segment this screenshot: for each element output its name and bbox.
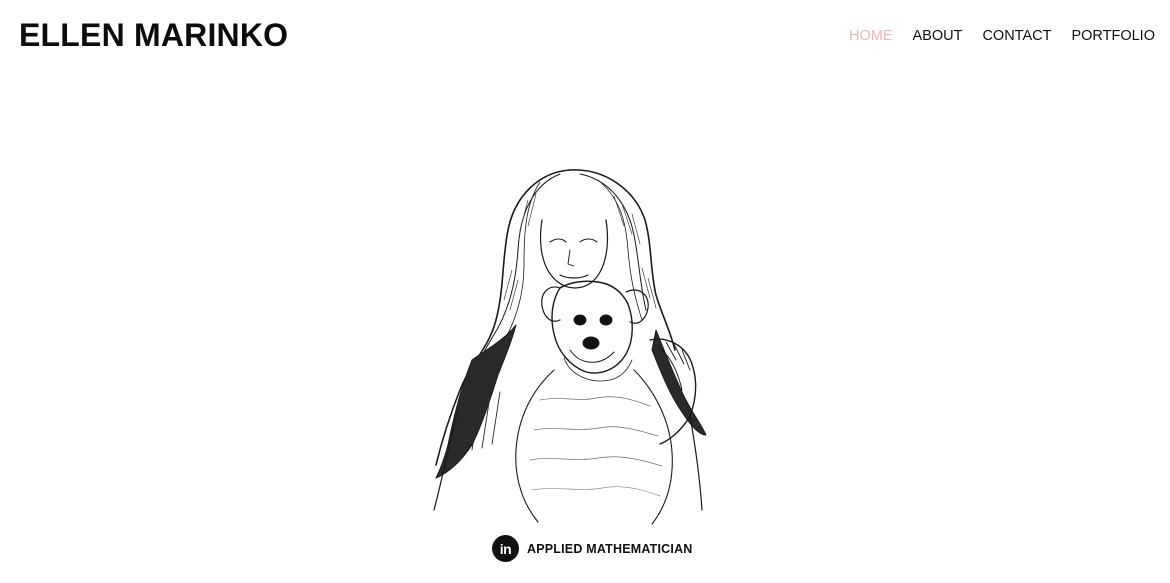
linkedin-icon-text: in (499, 541, 512, 557)
nav-portfolio[interactable]: PORTFOLIO (1071, 27, 1155, 45)
nav-home[interactable]: HOME (849, 27, 893, 45)
hero-portrait-image (420, 160, 750, 530)
main-nav: HOME ABOUT CONTACT PORTFOLIO (829, 27, 1155, 45)
tagline: APPLIED MATHEMATICIAN (527, 541, 693, 556)
linkedin-icon[interactable]: in (492, 535, 519, 562)
site-header: ELLEN MARINKO HOME ABOUT CONTACT PORTFOL… (0, 0, 1170, 72)
site-title[interactable]: ELLEN MARINKO (19, 16, 288, 54)
nav-about[interactable]: ABOUT (913, 27, 963, 45)
nav-contact[interactable]: CONTACT (982, 27, 1051, 45)
tagline-row: in APPLIED MATHEMATICIAN (492, 535, 693, 562)
portrait-sketch (433, 169, 707, 525)
